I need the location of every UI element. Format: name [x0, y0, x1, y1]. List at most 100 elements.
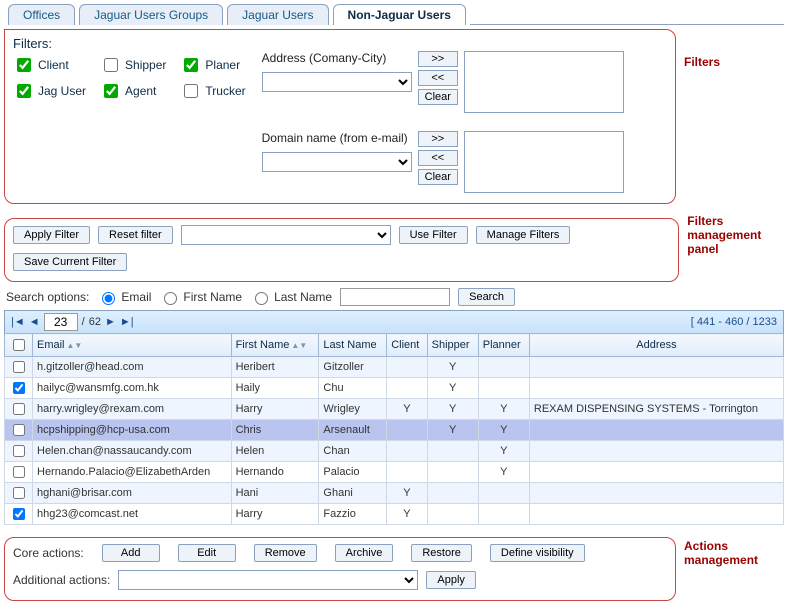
row-checkbox[interactable] — [13, 382, 25, 394]
chk-planer-input[interactable] — [184, 58, 198, 72]
cell-last-name: Chan — [319, 441, 387, 462]
col-first-label: First Name — [236, 339, 290, 351]
search-opt-last-input[interactable] — [255, 292, 268, 305]
chk-jag-user-input[interactable] — [17, 84, 31, 98]
apply-action-button[interactable]: Apply — [426, 571, 476, 589]
restore-button[interactable]: Restore — [411, 544, 472, 562]
chk-agent[interactable]: Agent — [100, 81, 166, 101]
row-checkbox[interactable] — [13, 403, 25, 415]
chk-client-input[interactable] — [17, 58, 31, 72]
row-checkbox[interactable] — [13, 361, 25, 373]
users-table: Email▲▼ First Name▲▼ Last Name Client Sh… — [4, 333, 784, 525]
manage-filters-button[interactable]: Manage Filters — [476, 226, 571, 244]
apply-filter-button[interactable]: Apply Filter — [13, 226, 90, 244]
row-checkbox[interactable] — [13, 445, 25, 457]
first-page-icon[interactable]: |◄ — [11, 316, 25, 328]
page-input[interactable] — [44, 313, 78, 331]
col-planner[interactable]: Planner — [478, 334, 529, 357]
table-row[interactable]: hghani@brisar.comHaniGhaniY — [5, 483, 784, 504]
chk-client[interactable]: Client — [13, 55, 86, 75]
chk-trucker[interactable]: Trucker — [180, 81, 245, 101]
chk-client-label: Client — [38, 58, 69, 72]
col-last-name[interactable]: Last Name — [319, 334, 387, 357]
additional-actions-select[interactable] — [118, 570, 418, 590]
archive-button[interactable]: Archive — [335, 544, 394, 562]
row-checkbox[interactable] — [13, 424, 25, 436]
search-input[interactable] — [340, 288, 450, 306]
table-row[interactable]: Hernando.Palacio@ElizabethArdenHernandoP… — [5, 462, 784, 483]
cell-last-name: Ghani — [319, 483, 387, 504]
reset-filter-button[interactable]: Reset filter — [98, 226, 173, 244]
actions-side-label-1: Actions — [684, 539, 784, 553]
address-clear-button[interactable]: Clear — [418, 89, 458, 105]
address-combo[interactable] — [262, 72, 412, 92]
row-checkbox[interactable] — [13, 487, 25, 499]
select-all-checkbox[interactable] — [13, 339, 25, 351]
col-client[interactable]: Client — [387, 334, 427, 357]
tab-offices[interactable]: Offices — [8, 4, 75, 25]
col-address[interactable]: Address — [529, 334, 783, 357]
table-row[interactable]: hcpshipping@hcp-usa.comChrisArsenaultYY — [5, 420, 784, 441]
domain-clear-button[interactable]: Clear — [418, 169, 458, 185]
next-page-icon[interactable]: ► — [105, 316, 116, 328]
cell-client — [387, 378, 427, 399]
domain-filter-block: Domain name (from e-mail) >> << Clear — [262, 131, 624, 193]
last-page-icon[interactable]: ►| — [120, 316, 134, 328]
tab-jaguar-users[interactable]: Jaguar Users — [227, 4, 328, 25]
search-opt-email-input[interactable] — [102, 292, 115, 305]
cell-email: hghani@brisar.com — [33, 483, 232, 504]
prev-page-icon[interactable]: ◄ — [29, 316, 40, 328]
address-remove-button[interactable]: << — [418, 70, 458, 86]
domain-listbox[interactable] — [464, 131, 624, 193]
cell-last-name: Arsenault — [319, 420, 387, 441]
chk-shipper[interactable]: Shipper — [100, 55, 166, 75]
cell-email: harry.wrigley@rexam.com — [33, 399, 232, 420]
actions-side-label-2: management — [684, 553, 784, 567]
chk-agent-input[interactable] — [104, 84, 118, 98]
table-row[interactable]: Helen.chan@nassaucandy.comHelenChanY — [5, 441, 784, 462]
domain-combo[interactable] — [262, 152, 412, 172]
cell-client: Y — [387, 483, 427, 504]
search-opt-first[interactable]: First Name — [159, 289, 242, 305]
chk-jag-user[interactable]: Jag User — [13, 81, 86, 101]
domain-remove-button[interactable]: << — [418, 150, 458, 166]
saved-filters-select[interactable] — [181, 225, 391, 245]
chk-shipper-input[interactable] — [104, 58, 118, 72]
search-opt-first-input[interactable] — [164, 292, 177, 305]
search-opt-email[interactable]: Email — [97, 289, 151, 305]
domain-add-button[interactable]: >> — [418, 131, 458, 147]
domain-label: Domain name (from e-mail) — [262, 131, 412, 145]
pager-range: [ 441 - 460 / 1233 — [691, 316, 777, 328]
define-visibility-button[interactable]: Define visibility — [490, 544, 585, 562]
save-current-filter-button[interactable]: Save Current Filter — [13, 253, 127, 271]
table-row[interactable]: hailyc@wansmfg.com.hkHailyChuY — [5, 378, 784, 399]
chk-planer[interactable]: Planer — [180, 55, 245, 75]
row-checkbox[interactable] — [13, 508, 25, 520]
tab-jaguar-users-groups[interactable]: Jaguar Users Groups — [79, 4, 223, 25]
edit-button[interactable]: Edit — [178, 544, 236, 562]
col-first-name[interactable]: First Name▲▼ — [231, 334, 319, 357]
col-shipper[interactable]: Shipper — [427, 334, 478, 357]
mgmt-side-label: Filters management panel — [687, 214, 784, 256]
table-row[interactable]: h.gitzoller@head.comHeribertGitzollerY — [5, 357, 784, 378]
table-row[interactable]: harry.wrigley@rexam.comHarryWrigleyYYYRE… — [5, 399, 784, 420]
address-listbox[interactable] — [464, 51, 624, 113]
add-button[interactable]: Add — [102, 544, 160, 562]
row-checkbox[interactable] — [13, 466, 25, 478]
col-checkbox[interactable] — [5, 334, 33, 357]
col-email[interactable]: Email▲▼ — [33, 334, 232, 357]
use-filter-button[interactable]: Use Filter — [399, 226, 468, 244]
cell-last-name: Fazzio — [319, 504, 387, 525]
address-add-button[interactable]: >> — [418, 51, 458, 67]
mgmt-side-label-1: Filters — [687, 214, 784, 228]
filters-panel: Filters: Client Shipper Planer Jag User … — [4, 29, 676, 204]
cell-client — [387, 420, 427, 441]
chk-trucker-input[interactable] — [184, 84, 198, 98]
remove-button[interactable]: Remove — [254, 544, 317, 562]
tab-non-jaguar-users[interactable]: Non-Jaguar Users — [333, 4, 466, 25]
table-row[interactable]: hhg23@comcast.netHarryFazzioY — [5, 504, 784, 525]
cell-email: hcpshipping@hcp-usa.com — [33, 420, 232, 441]
search-opt-last[interactable]: Last Name — [250, 289, 332, 305]
search-opt-last-label: Last Name — [274, 290, 332, 304]
search-button[interactable]: Search — [458, 288, 515, 306]
